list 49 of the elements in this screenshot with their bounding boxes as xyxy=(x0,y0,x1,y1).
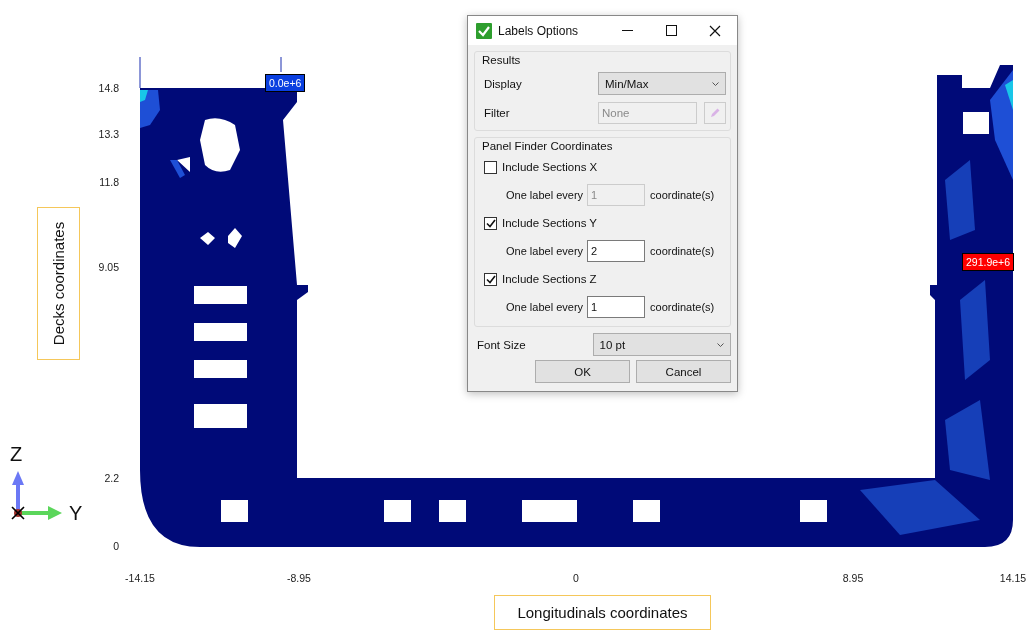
field-label: One label every xyxy=(506,301,584,313)
unit-label: coordinate(s) xyxy=(650,301,715,313)
y-axis-tick-label: 9.05 xyxy=(97,261,119,273)
display-dropdown[interactable]: Min/Max xyxy=(598,72,726,95)
y-axis-tick-label: 11.8 xyxy=(98,176,119,188)
label-interval-field[interactable]: 1 xyxy=(587,296,646,318)
checkbox-label: Include Sections X xyxy=(502,161,598,173)
close-icon xyxy=(709,24,721,37)
checkbox[interactable] xyxy=(484,216,497,230)
x-axis-tick-label: 8.95 xyxy=(842,572,864,584)
y-axis-arrow-icon xyxy=(20,506,62,520)
unit-label: coordinate(s) xyxy=(650,245,715,257)
cancel-button[interactable]: Cancel xyxy=(636,360,731,383)
label-interval-field[interactable]: 2 xyxy=(587,240,646,262)
y-axis-title: Decks coordinates xyxy=(37,207,80,360)
y-axis-tick-label: 13.3 xyxy=(97,128,119,140)
checkmark-icon xyxy=(476,22,492,39)
dialog-title: Labels Options xyxy=(498,23,580,38)
group-heading: Panel Finder Coordinates xyxy=(482,140,614,152)
font-size-dropdown[interactable]: 10 pt xyxy=(592,333,731,356)
caret-icon xyxy=(712,81,719,86)
x-axis-tick-label: -14.15 xyxy=(125,572,155,584)
checkbox[interactable] xyxy=(484,272,497,286)
field-label: One label every xyxy=(506,245,584,257)
pencil-icon xyxy=(709,106,722,119)
field-label: Filter xyxy=(484,106,511,119)
y-axis-tick-label: 0 xyxy=(112,540,119,552)
field-label: One label every xyxy=(506,189,584,201)
x-axis-tick-label: -8.95 xyxy=(287,572,311,584)
ok-button[interactable]: OK xyxy=(535,360,630,383)
min-value-tag: 0.0e+6 xyxy=(265,74,306,92)
checkbox-label: Include Sections Y xyxy=(502,217,598,229)
x-axis-tick-label: 14.15 xyxy=(999,572,1027,584)
x-axis-title: Longitudinals coordinates xyxy=(494,595,711,630)
x-axis-tick-label: 0 xyxy=(573,572,579,584)
y-axis-tick-label: 14.8 xyxy=(97,82,119,94)
caret-icon xyxy=(717,342,724,347)
field-label: Font Size xyxy=(477,338,527,351)
maximize-icon xyxy=(665,25,677,36)
y-axis-label: Y xyxy=(69,502,83,525)
checkbox[interactable] xyxy=(484,160,497,174)
max-value-tag: 291.9e+6 xyxy=(962,253,1015,271)
y-axis-tick-label: 2.2 xyxy=(103,472,119,484)
unit-label: coordinate(s) xyxy=(650,189,715,201)
checkbox-label: Include Sections Z xyxy=(502,273,597,285)
field-label: Display xyxy=(484,77,523,90)
x-axis-cross-icon xyxy=(11,506,25,520)
group-heading: Results xyxy=(482,54,522,66)
z-axis-label: Z xyxy=(10,443,23,466)
